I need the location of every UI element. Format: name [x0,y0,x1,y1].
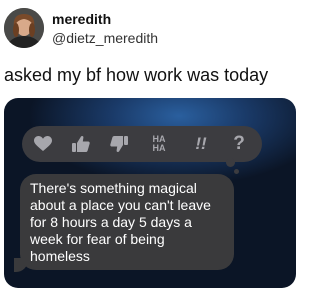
bubble-line: There's something magical [30,180,197,196]
tweet-text: asked my bf how work was today [4,65,269,85]
exclamation-icon[interactable]: !! [188,126,214,162]
heart-icon[interactable] [30,126,56,162]
tapback-bar: HA HA !! ? [22,126,262,162]
avatar[interactable] [4,8,44,48]
bubble-line: about a place you can't leave [30,197,211,213]
message-bubble[interactable]: There's something magical about a place … [20,174,234,270]
author-handle[interactable]: @dietz_meredith [52,29,158,47]
exclamation-text: !! [195,134,207,153]
thumbs-down-icon[interactable] [106,126,132,162]
thumbs-up-icon[interactable] [68,126,94,162]
bubble-line: for 8 hours a day 5 days a [30,214,192,230]
bubble-line: week for fear of being [30,231,165,247]
tapback-tail-small [234,169,239,174]
tapback-tail-large [226,158,235,167]
haha-icon[interactable]: HA HA [144,126,174,162]
haha-text: HA HA [152,134,166,153]
question-text: ? [233,133,245,154]
bubble-line: homeless [30,248,90,264]
tweet-media-screenshot[interactable]: HA HA !! ? There's something magical abo… [4,98,296,288]
question-icon[interactable]: ? [226,126,252,162]
profile-photo-icon [4,8,44,48]
author-display-name[interactable]: meredith [52,10,111,28]
